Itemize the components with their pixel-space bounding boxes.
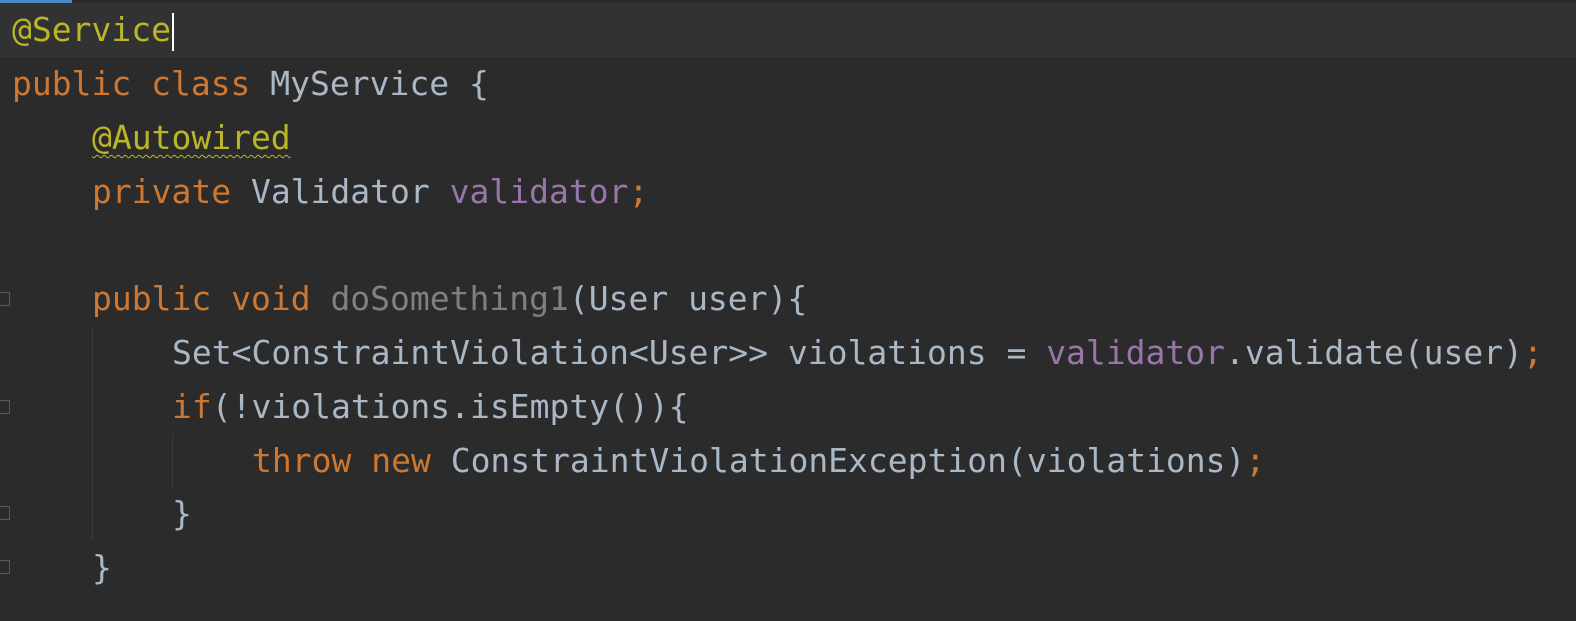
code-line-4[interactable]: private Validator validator; — [0, 165, 1576, 219]
constructor-call-token: ConstraintViolationException(violations) — [430, 441, 1246, 480]
field-token: validator — [449, 172, 629, 211]
method-name-token: doSomething1 — [330, 279, 569, 318]
semicolon-token: ; — [1245, 441, 1266, 480]
condition-token: (!violations.isEmpty()){ — [211, 387, 689, 426]
code-editor[interactable]: @Service public class MyService { @Autow… — [0, 0, 1576, 621]
params-token: (User user){ — [568, 279, 808, 318]
text-caret — [171, 12, 174, 51]
code-line-2[interactable]: public class MyService { — [0, 57, 1576, 111]
type-token: Validator — [231, 172, 450, 211]
keyword-token: new — [371, 441, 431, 480]
semicolon-token: ; — [1523, 333, 1543, 372]
code-line-5[interactable] — [0, 219, 1576, 273]
code-line-3[interactable]: @Autowired — [0, 111, 1576, 165]
keyword-token: void — [211, 279, 331, 318]
code-line-7[interactable]: Set<ConstraintViolation<User>> violation… — [0, 326, 1576, 380]
brace-token: } — [172, 494, 192, 533]
annotation-token: @Service — [12, 10, 171, 49]
code-line-10[interactable]: } — [0, 487, 1576, 541]
code-line-11[interactable]: } — [0, 541, 1576, 595]
method-call-token: .validate(user) — [1225, 333, 1524, 372]
brace-token: } — [92, 548, 112, 587]
keyword-token: class — [131, 64, 271, 103]
keyword-token: private — [92, 172, 232, 211]
code-line-9[interactable]: throw new ConstraintViolationException(v… — [0, 434, 1576, 488]
keyword-token: if — [172, 387, 212, 426]
annotation-token: @Autowired — [92, 118, 291, 157]
code-line-8[interactable]: if(!violations.isEmpty()){ — [0, 380, 1576, 434]
semicolon-token: ; — [628, 172, 649, 211]
class-name-token: MyService — [270, 64, 450, 103]
code-line-1[interactable]: @Service — [0, 3, 1576, 57]
keyword-token: throw — [252, 441, 352, 480]
declaration-token: Set<ConstraintViolation<User>> violation… — [172, 333, 1047, 372]
code-line-6[interactable]: public void doSomething1(User user){ — [0, 272, 1576, 326]
field-token: validator — [1046, 333, 1225, 372]
keyword-token: public — [92, 279, 212, 318]
keyword-token: public — [12, 64, 132, 103]
brace-token: { — [449, 64, 489, 103]
